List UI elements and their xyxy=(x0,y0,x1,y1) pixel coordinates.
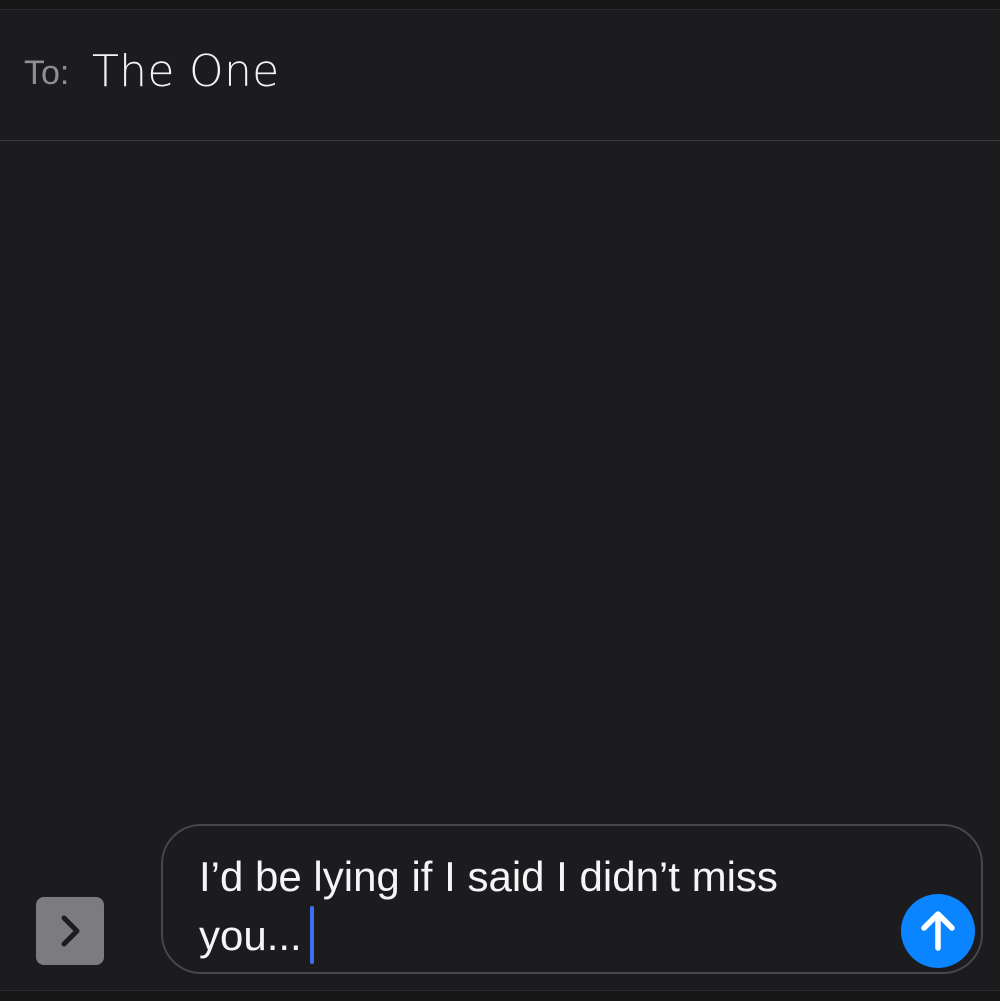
message-input-value: I’d be lying if I said I didn’t miss you… xyxy=(199,853,778,959)
send-button[interactable] xyxy=(901,894,975,968)
chevron-right-icon xyxy=(61,915,80,947)
arrow-up-icon xyxy=(921,911,955,951)
text-cursor xyxy=(309,906,314,964)
message-thread-area xyxy=(0,141,1000,821)
message-input-text[interactable]: I’d be lying if I said I didn’t miss you… xyxy=(199,848,889,965)
recipient-name[interactable]: The One xyxy=(92,46,280,97)
expand-apps-button[interactable] xyxy=(36,897,104,965)
bottom-edge xyxy=(0,990,1000,1001)
message-input[interactable]: I’d be lying if I said I didn’t miss you… xyxy=(161,824,983,974)
top-edge xyxy=(0,0,1000,10)
messages-screen: To: The One I’d be lying if I said I did… xyxy=(0,0,1000,1001)
to-label: To: xyxy=(24,54,70,92)
recipient-header[interactable]: To: The One xyxy=(0,10,1000,141)
